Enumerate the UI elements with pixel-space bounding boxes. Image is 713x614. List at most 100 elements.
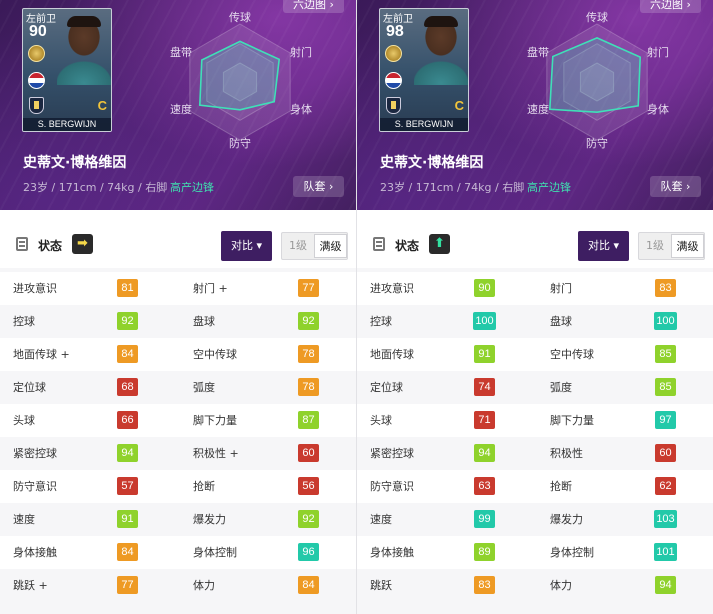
radar-label-shooting: 射门 [290, 45, 312, 59]
stat-name: 头球 [370, 414, 392, 427]
radar-label-physical: 身体 [647, 102, 669, 116]
stat-value-badge: 77 [117, 576, 138, 594]
stat-row: 定位球 74 弧度 85 [357, 371, 713, 404]
player-hero: 六边图 › 左前卫 90 C S. BERGWIJN 传球 射门 身体 防守 速… [0, 0, 356, 210]
compare-button[interactable]: 对比 ▾ [221, 231, 272, 261]
stat-row: 控球 92 盘球 92 [0, 305, 356, 338]
radar-label-passing: 传球 [229, 10, 251, 24]
radar-label-passing: 传球 [586, 10, 608, 24]
stat-value-badge: 77 [298, 279, 319, 297]
clipboard-icon [16, 237, 28, 251]
stat-value-badge: 100 [473, 312, 496, 330]
stat-name: 积极性 + [193, 447, 239, 460]
stat-row: 身体接触 89 身体控制 101 [357, 536, 713, 569]
stat-row: 速度 91 爆发力 92 [0, 503, 356, 536]
stat-name: 防守意识 [370, 480, 414, 493]
up-arrow-icon[interactable]: ⬆ [429, 234, 450, 254]
stat-row: 进攻意识 90 射门 83 [357, 272, 713, 305]
netherlands-flag-icon [385, 72, 402, 89]
player-bio-info: 23岁 / 171cm / 74kg / 右脚 [23, 181, 168, 194]
card-player-name: S. BERGWIJN [23, 118, 111, 131]
stat-value-badge: 83 [655, 279, 676, 297]
player-panel-max: 六边图 › 左前卫 98 C S. BERGWIJN 传球 射门 身体 防守 速… [356, 0, 713, 614]
stat-value-badge: 56 [298, 477, 319, 495]
player-playstyle[interactable]: 高产边锋 [527, 179, 571, 195]
stat-value-badge: 99 [474, 510, 495, 528]
stat-name: 跳跃 [370, 579, 392, 592]
stat-name: 体力 [193, 579, 215, 592]
player-photo-hair [424, 16, 458, 27]
stats-toolbar: 状态 ⬆ 对比 ▾ 1级 满级 [357, 210, 713, 268]
stat-value-badge: 94 [655, 576, 676, 594]
stat-name: 跳跃 + [13, 579, 48, 592]
level-max-tab[interactable]: 满级 [671, 234, 704, 258]
stat-name: 防守意识 [13, 480, 57, 493]
stat-row: 进攻意识 81 射门 + 77 [0, 272, 356, 305]
stat-value-badge: 91 [117, 510, 138, 528]
stat-name: 爆发力 [550, 513, 583, 526]
stat-row: 紧密控球 94 积极性 + 60 [0, 437, 356, 470]
player-card[interactable]: 左前卫 98 C S. BERGWIJN [379, 8, 469, 132]
stat-row: 地面传球 91 空中传球 85 [357, 338, 713, 371]
stat-value-badge: 68 [117, 378, 138, 396]
stat-name: 抢断 [550, 480, 572, 493]
stats-toolbar: 状态 ➡ 对比 ▾ 1级 满级 [0, 210, 356, 268]
stat-name: 弧度 [550, 381, 572, 394]
stat-value-badge: 89 [474, 543, 495, 561]
right-arrow-icon[interactable]: ➡ [72, 234, 93, 254]
radar-label-defense: 防守 [229, 136, 251, 150]
stat-name: 速度 [13, 513, 35, 526]
stat-value-badge: 78 [298, 345, 319, 363]
player-panel-base: 六边图 › 左前卫 90 C S. BERGWIJN 传球 射门 身体 防守 速… [0, 0, 356, 614]
stat-row: 身体接触 84 身体控制 96 [0, 536, 356, 569]
level-max-tab[interactable]: 满级 [314, 234, 347, 258]
stat-value-badge: 84 [117, 543, 138, 561]
radar-label-physical: 身体 [290, 102, 312, 116]
stat-value-badge: 81 [117, 279, 138, 297]
stat-value-badge: 66 [117, 411, 138, 429]
club-crest-icon [29, 97, 44, 114]
radar-label-shooting: 射门 [647, 45, 669, 59]
stat-value-badge: 92 [117, 312, 138, 330]
level-1-tab[interactable]: 1级 [639, 233, 671, 259]
stat-name: 射门 [550, 282, 572, 295]
card-grade: C [454, 98, 464, 113]
stat-name: 体力 [550, 579, 572, 592]
stat-name: 进攻意识 [370, 282, 414, 295]
level-1-tab[interactable]: 1级 [282, 233, 314, 259]
player-playstyle[interactable]: 高产边锋 [170, 179, 214, 195]
stat-value-badge: 94 [474, 444, 495, 462]
player-card[interactable]: 左前卫 90 C S. BERGWIJN [22, 8, 112, 132]
stat-value-badge: 83 [474, 576, 495, 594]
radar-label-dribbling: 盘带 [527, 45, 549, 59]
stats-table: 进攻意识 81 射门 + 77 控球 92 盘球 92 地面传球 + 84 空中传球 78 定位球 68 弧… [0, 272, 356, 602]
stat-value-badge: 97 [655, 411, 676, 429]
stats-table: 进攻意识 90 射门 83 控球 100 盘球 100 地面传球 91 空中传球 85 定位球 74 弧度 8… [357, 272, 713, 602]
stat-name: 身体接触 [370, 546, 414, 559]
radar-label-speed: 速度 [527, 102, 549, 116]
stat-value-badge: 60 [298, 444, 319, 462]
compare-button[interactable]: 对比 ▾ [578, 231, 629, 261]
squad-button[interactable]: 队套 › [293, 176, 344, 197]
stat-name: 积极性 [550, 447, 583, 460]
ability-radar-chart[interactable]: 传球 射门 身体 防守 速度 盘带 [160, 0, 320, 155]
stat-value-badge: 74 [474, 378, 495, 396]
card-overall: 98 [386, 23, 404, 40]
level-toggle: 1级 满级 [281, 232, 348, 260]
player-hero: 六边图 › 左前卫 98 C S. BERGWIJN 传球 射门 身体 防守 速… [357, 0, 713, 210]
card-overall: 90 [29, 23, 47, 40]
squad-button[interactable]: 队套 › [650, 176, 701, 197]
stat-value-badge: 92 [298, 312, 319, 330]
ability-radar-chart[interactable]: 传球 射门 身体 防守 速度 盘带 [517, 0, 677, 155]
status-label: 状态 [395, 239, 420, 253]
stat-name: 弧度 [193, 381, 215, 394]
stat-name: 速度 [370, 513, 392, 526]
stat-name: 盘球 [193, 315, 215, 328]
stat-row: 控球 100 盘球 100 [357, 305, 713, 338]
medal-icon [28, 45, 45, 62]
stat-row: 跳跃 + 77 体力 84 [0, 569, 356, 602]
player-bio-info: 23岁 / 171cm / 74kg / 右脚 [380, 181, 525, 194]
stat-name: 身体控制 [193, 546, 237, 559]
stat-name: 盘球 [550, 315, 572, 328]
card-grade: C [97, 98, 107, 113]
